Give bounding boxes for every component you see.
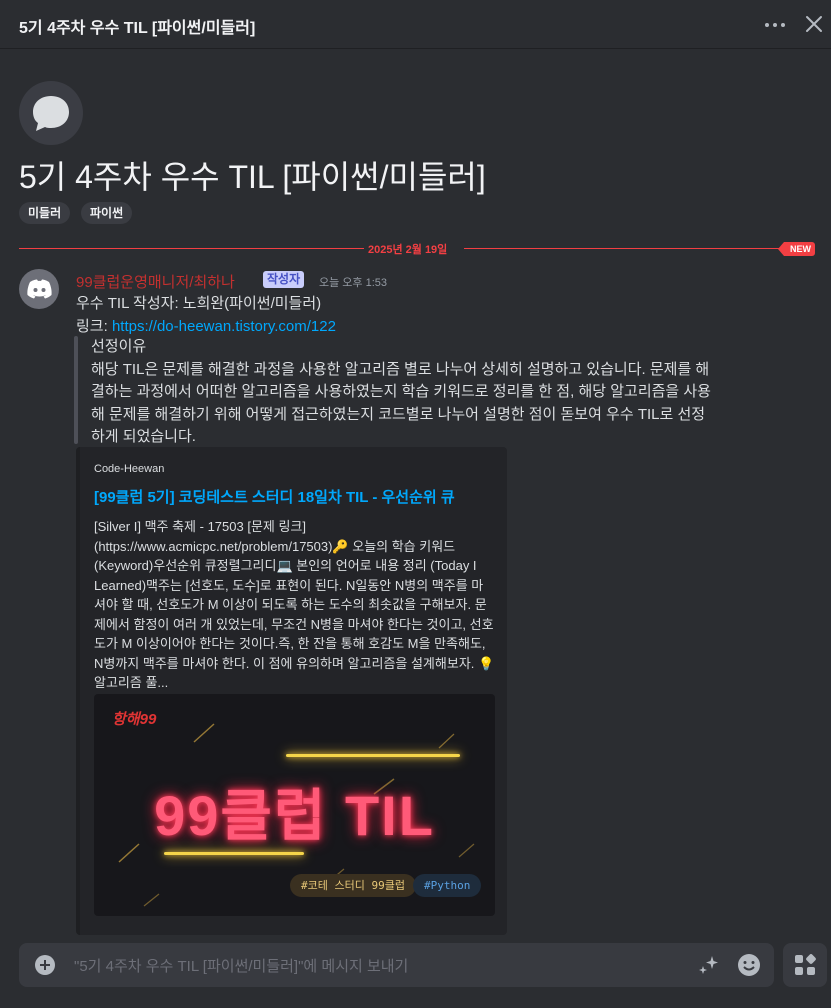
message-line-link: 링크: https://do-heewan.tistory.com/122 [76,315,336,336]
new-badge: NEW [778,242,815,256]
message-author[interactable]: 99클럽운영매니저/최하나 [76,271,235,292]
thumbnail-headline: 99클럽 TIL [154,784,435,847]
sparkle-icon[interactable] [698,954,720,976]
date-divider-label: 2025년 2월 19일 [368,244,448,256]
thread-icon [19,81,83,145]
avatar[interactable] [19,269,59,309]
hanghae99-logo: 항해99 [112,711,157,728]
thread-header: 5기 4주차 우수 TIL [파이썬/미들러] [0,0,831,49]
blockquote-bar [74,336,78,444]
thumbnail-tag-python: #Python [413,874,482,897]
embed-provider[interactable]: Code-Heewan [94,463,164,475]
thread-title: 5기 4주차 우수 TIL [파이썬/미들러] [19,159,486,195]
apps-icon [795,954,816,975]
link-prefix: 링크: [76,318,112,335]
more-options-icon[interactable] [760,14,790,34]
emoji-icon[interactable] [737,953,761,977]
message-line-author-info: 우수 TIL 작성자: 노희완(파이썬/미들러) [76,295,322,312]
new-divider-right [464,248,786,249]
embed-description: [Silver I] 맥주 축제 - 17503 [문제 링크](https:/… [94,519,495,690]
new-divider-left [19,248,364,249]
neon-line-bottom [164,852,304,855]
quote-body: 해당 TIL은 문제를 해결한 과정을 사용한 알고리즘 별로 나누어 상세히 … [91,360,711,446]
thread-content[interactable]: 5기 4주차 우수 TIL [파이썬/미들러] 미들러 파이썬 2025년 2월… [0,50,831,940]
message-composer [19,943,774,989]
header-title: 5기 4주차 우수 TIL [파이썬/미들러] [19,20,256,37]
apps-button[interactable] [783,943,827,987]
tag-python[interactable]: 파이썬 [81,202,133,224]
add-attachment-icon[interactable] [35,955,55,975]
op-badge: 작성자 [263,271,305,288]
link-embed: Code-Heewan [99클럽 5기] 코딩테스트 스터디 18일차 TIL… [76,447,507,935]
thumbnail-tag-study: #코테 스터디 99클럽 [290,874,416,897]
embed-thumbnail[interactable]: 항해99 99클럽 TIL #코테 스터디 99클럽 #Python [94,694,495,916]
blog-link[interactable]: https://do-heewan.tistory.com/122 [112,318,336,335]
quote-heading: 선정이유 [91,338,147,355]
chat-bubble-icon [33,96,69,131]
message-input[interactable] [72,943,676,989]
message-timestamp: 오늘 오후 1:53 [319,277,388,289]
tag-middler[interactable]: 미들러 [19,202,71,224]
neon-line-top [286,754,460,757]
embed-title[interactable]: [99클럽 5기] 코딩테스트 스터디 18일차 TIL - 우선순위 큐 [94,486,494,507]
blockquote: 선정이유 해당 TIL은 문제를 해결한 과정을 사용한 알고리즘 별로 나누어… [91,336,711,449]
discord-logo-icon [27,279,52,299]
close-icon[interactable] [802,12,826,36]
